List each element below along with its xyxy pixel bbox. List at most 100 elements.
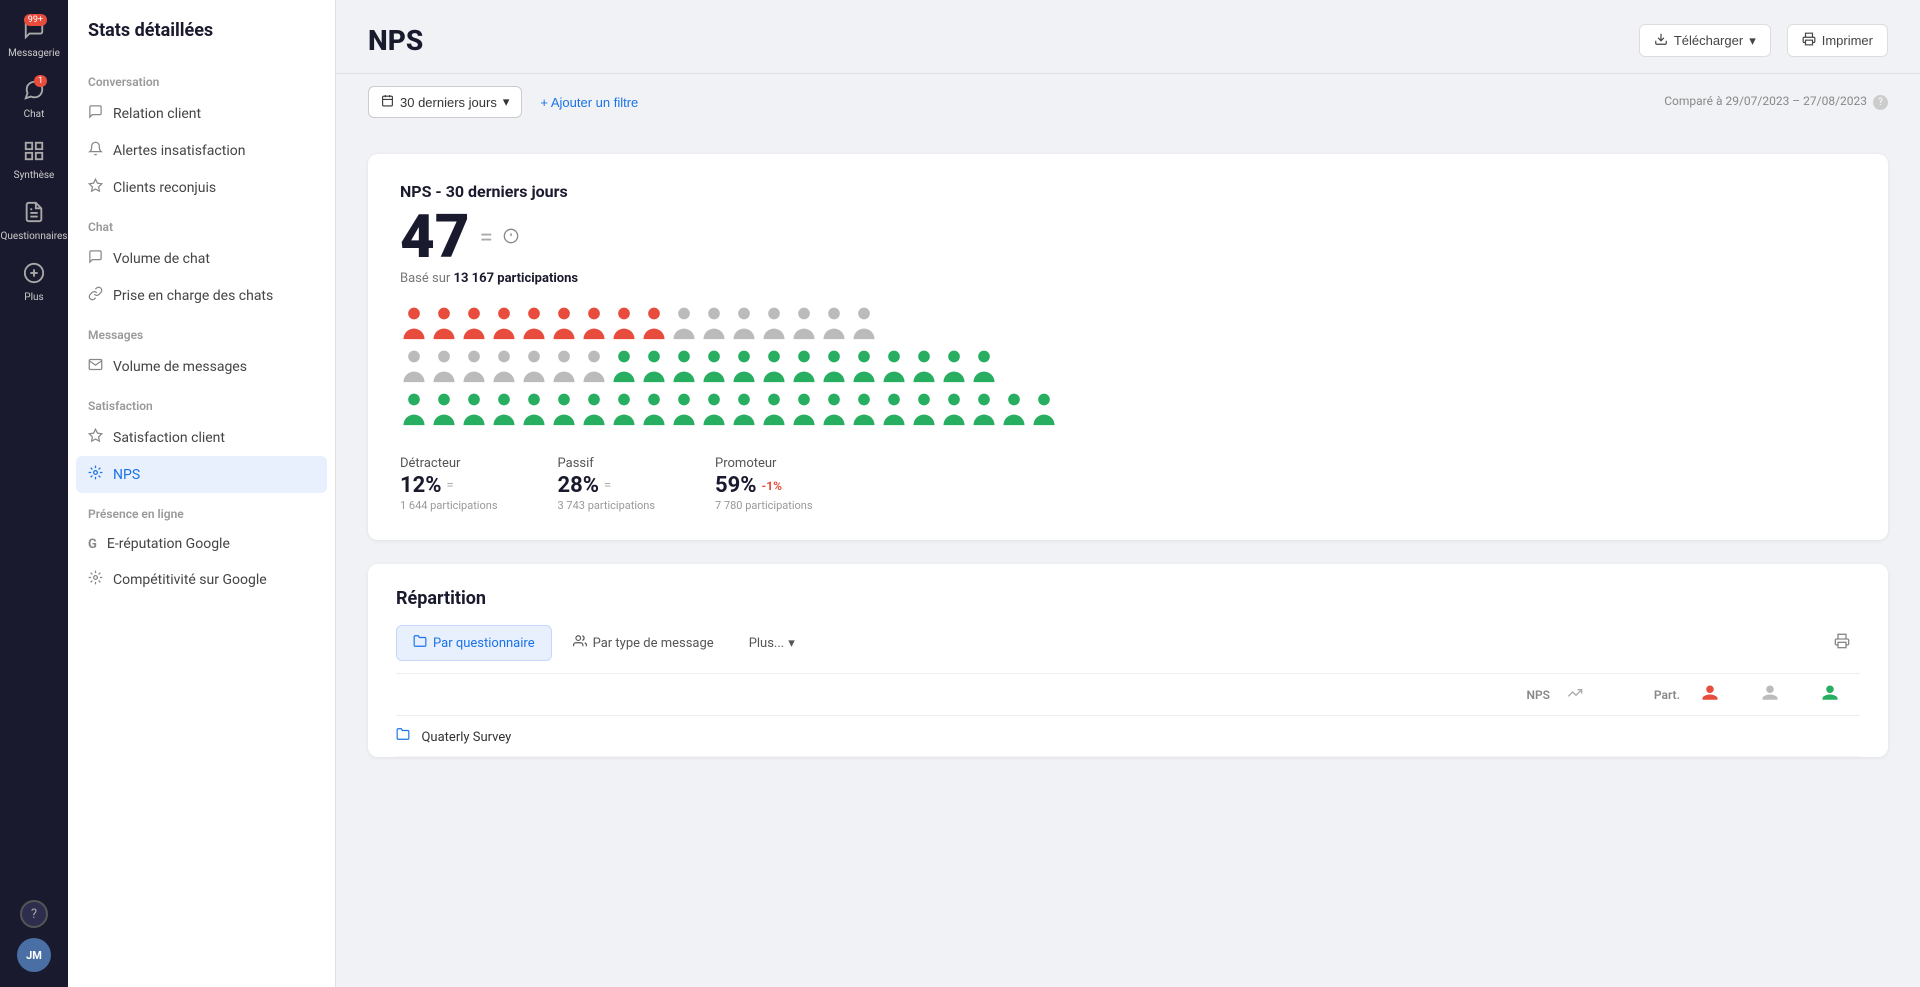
sidebar-item-competitivite[interactable]: Compétitivité sur Google [68,561,335,598]
prise-en-charge-icon [88,286,103,305]
person-figure [460,392,488,432]
tab-par-questionnaire[interactable]: Par questionnaire [396,625,552,661]
calendar-icon [381,94,394,110]
breakdown-detracteur: Détracteur 12% = 1 644 participations [400,456,498,512]
passif-label: Passif [558,456,656,471]
section-label-conversation: Conversation [68,61,335,95]
person-figure [610,349,638,389]
nps-equal-sign: = [480,225,493,249]
person-figure [970,392,998,432]
download-label: Télécharger [1674,33,1743,48]
person-figure [790,392,818,432]
download-chevron-icon: ▾ [1749,33,1756,49]
col-pro-header [1800,684,1860,705]
synthese-label: Synthèse [14,170,55,181]
sidebar-item-chat[interactable]: 1 Chat [4,71,64,128]
nps-info-icon [503,228,519,247]
person-figure [640,349,668,389]
sidebar-item-questionnaires[interactable]: Questionnaires [4,193,64,250]
person-figure [580,306,608,346]
tab-questionnaire-label: Par questionnaire [433,636,535,651]
sidebar-item-e-reputation[interactable]: G E-réputation Google [68,527,335,561]
person-figure [550,392,578,432]
table-print-button[interactable] [1824,627,1860,659]
date-range-button[interactable]: 30 derniers jours ▾ [368,86,522,118]
section-label-satisfaction: Satisfaction [68,385,335,419]
promoteur-participations: 7 780 participations [715,499,813,512]
main-content: NPS - 30 derniers jours 47 = Basé sur 13… [336,130,1920,987]
sidebar-item-relation-client[interactable]: Relation client [68,95,335,132]
chat-label: Chat [24,109,45,120]
person-figure [700,306,728,346]
questionnaires-icon [23,201,45,228]
print-icon [1802,32,1816,49]
person-figure [730,349,758,389]
compare-label: Comparé à 29/07/2023 – 27/08/2023 [1664,94,1867,108]
add-filter-button[interactable]: + Ajouter un filtre [532,88,646,117]
sidebar-item-prise-en-charge[interactable]: Prise en charge des chats [68,277,335,314]
tab-par-type-message[interactable]: Par type de message [556,625,731,661]
icon-bar: 99+ Messagerie 1 Chat Synthèse Qu [0,0,68,987]
header-actions: Télécharger ▾ Imprimer [1639,24,1888,57]
download-icon [1654,32,1668,49]
person-figure [490,349,518,389]
messagerie-label: Messagerie [8,48,60,59]
sidebar-item-volume-chat[interactable]: Volume de chat [68,240,335,277]
nps-icon [88,465,103,484]
clients-icon [88,178,103,197]
plus-chevron-icon: ▾ [788,636,795,651]
sidebar-item-messagerie[interactable]: 99+ Messagerie [4,10,64,67]
sidebar-item-volume-messages[interactable]: Volume de messages [68,348,335,385]
person-figure [940,349,968,389]
col-nps-header: NPS [1470,688,1550,702]
person-figure [430,306,458,346]
page-title: NPS [368,24,423,57]
person-figure [730,392,758,432]
person-figure [520,349,548,389]
nps-based-text: Basé sur 13 167 participations [400,271,1856,286]
e-reputation-icon: G [88,537,97,552]
person-figure [760,392,788,432]
filter-bar: 30 derniers jours ▾ + Ajouter un filtre … [336,74,1920,130]
nps-breakdown: Détracteur 12% = 1 644 participations Pa… [400,456,1856,512]
repartition-card: Répartition Par questionnaire [368,564,1888,757]
e-reputation-label: E-réputation Google [107,536,230,552]
satisfaction-client-label: Satisfaction client [113,430,225,446]
person-figure [610,392,638,432]
competitivite-label: Compétitivité sur Google [113,572,267,588]
help-button[interactable]: ? [20,900,48,928]
print-button[interactable]: Imprimer [1787,24,1888,57]
col-part-header: Part. [1600,688,1680,702]
person-figure [400,349,428,389]
nps-participations: 13 167 participations [454,271,579,286]
main: NPS Télécharger ▾ Imprimer [336,0,1920,987]
sidebar-item-plus[interactable]: Plus [4,254,64,311]
compare-text: Comparé à 29/07/2023 – 27/08/2023 ? [1664,94,1888,110]
breakdown-promoteur: Promoteur 59% -1% 7 780 participations [715,456,813,512]
person-figure [1000,392,1028,432]
plus-dropdown-button[interactable]: Plus... ▾ [735,628,809,659]
person-figure [850,306,878,346]
person-figure [490,392,518,432]
sidebar-item-satisfaction-client[interactable]: Satisfaction client [68,419,335,456]
person-figure [700,349,728,389]
questionnaire-tab-icon [413,634,427,652]
person-figure [550,306,578,346]
prise-en-charge-label: Prise en charge des chats [113,288,273,304]
avatar[interactable]: JM [17,938,51,972]
person-figure [580,392,608,432]
filter-left: 30 derniers jours ▾ + Ajouter un filtre [368,86,646,118]
date-range-label: 30 derniers jours [400,95,497,110]
sidebar-item-nps[interactable]: NPS [76,456,327,493]
print-label: Imprimer [1822,33,1873,48]
survey-label: Quaterly Survey [421,730,511,745]
sidebar-item-alertes[interactable]: Alertes insatisfaction [68,132,335,169]
nps-score-value: 47 [400,207,470,267]
download-button[interactable]: Télécharger ▾ [1639,24,1771,57]
person-figure [1030,392,1058,432]
sidebar-item-clients[interactable]: Clients reconjuis [68,169,335,206]
sidebar-item-synthese[interactable]: Synthèse [4,132,64,189]
person-figure [820,392,848,432]
people-visualization [400,306,1856,432]
people-row [400,349,1856,389]
